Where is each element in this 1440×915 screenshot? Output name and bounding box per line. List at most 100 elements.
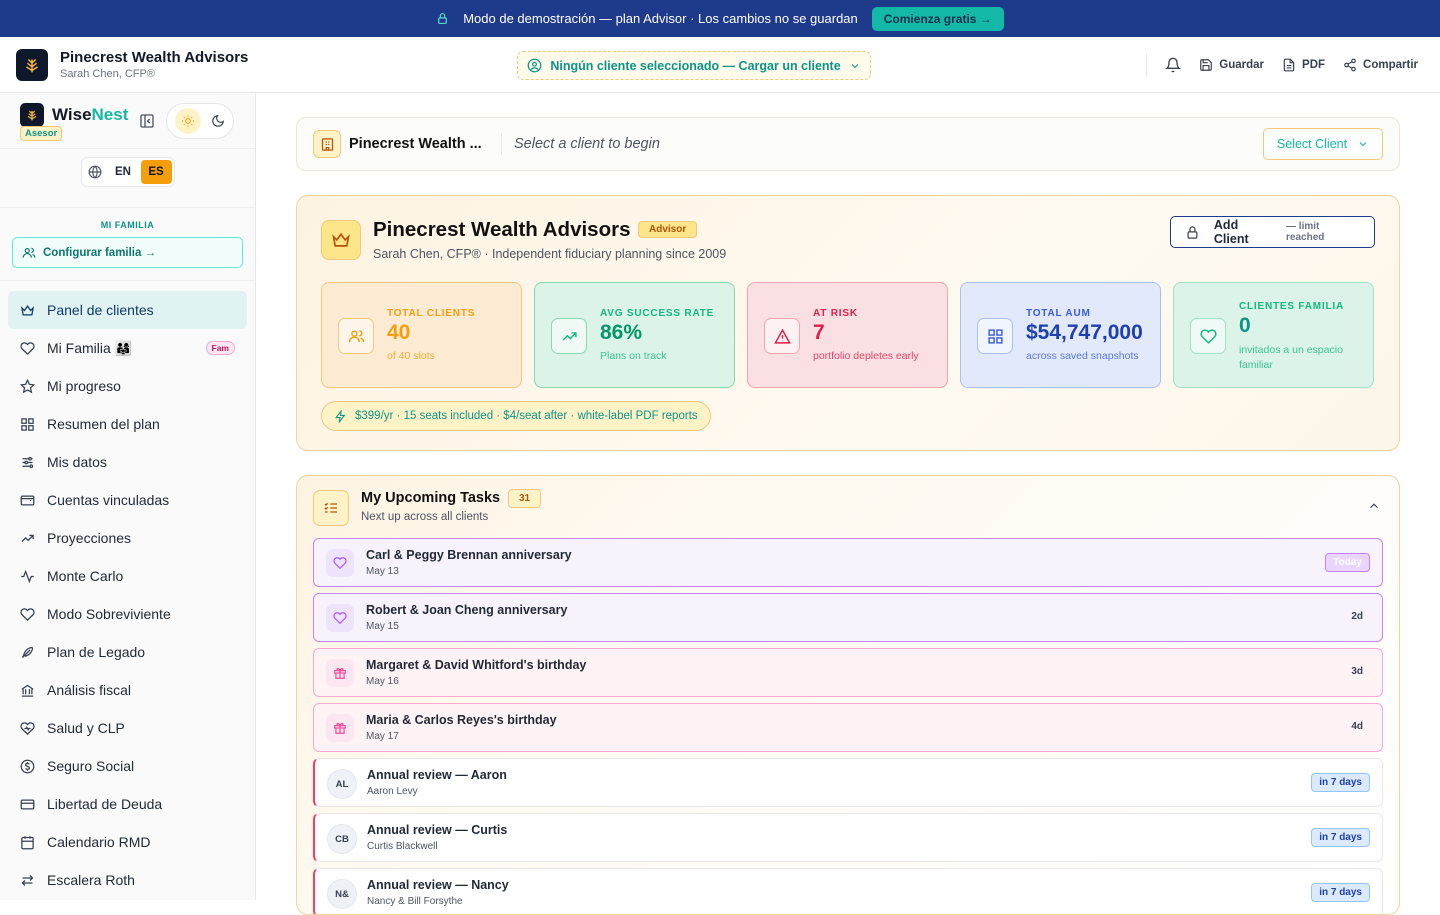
sidebar-item-4[interactable]: Mis datos [8, 443, 247, 481]
pricing-pill: $399/yr · 15 seats included · $4/seat af… [321, 401, 711, 431]
stat-note: of 40 slots [387, 350, 435, 362]
sidebar-item-7[interactable]: Monte Carlo [8, 557, 247, 595]
stat-card-1: AVG SUCCESS RATE 86% Plans on track [534, 282, 735, 388]
hero-subtitle: Sarah Chen, CFP® · Independent fiduciary… [373, 247, 727, 261]
language-switcher: EN ES [80, 157, 175, 187]
task-row[interactable]: Robert & Joan Cheng anniversary May 15 2d [313, 593, 1383, 642]
brand-logo [20, 102, 44, 127]
stat-value: 86% [600, 321, 643, 344]
select-client-button[interactable]: Select Client [1263, 128, 1383, 160]
task-due-badge: 2d [1351, 611, 1363, 622]
task-due-badge: in 7 days [1311, 883, 1370, 902]
lang-es-button[interactable]: ES [140, 160, 172, 184]
sidebar-item-label: Cuentas vinculadas [47, 492, 170, 508]
lang-en-button[interactable]: EN [108, 160, 139, 184]
task-title: Annual review — Nancy [367, 878, 509, 892]
heart-icon [20, 341, 35, 355]
add-client-button[interactable]: Add Client — limit reached [1170, 216, 1375, 248]
sidebar-item-0[interactable]: Panel de clientes [8, 291, 247, 329]
pdf-button[interactable]: PDF [1282, 58, 1325, 72]
sidebar-item-3[interactable]: Resumen del plan [8, 405, 247, 443]
divider [1146, 54, 1148, 76]
feather-icon [21, 646, 34, 658]
sidebar-item-label: Mi progreso [47, 378, 121, 394]
sidebar-item-1[interactable]: Mi Familia 👨‍👩‍👧 Fam [8, 329, 247, 367]
client-selector[interactable]: Ningún cliente seleccionado — Cargar un … [517, 51, 871, 80]
sidebar-item-13[interactable]: Libertad de Deuda [8, 785, 247, 823]
building-icon [313, 130, 341, 158]
sidebar-item-9[interactable]: Plan de Legado [8, 633, 247, 671]
chevron-down-icon [851, 63, 859, 68]
avatar: AL [327, 769, 357, 799]
sidebar-item-11[interactable]: Salud y CLP [8, 709, 247, 747]
task-title: Margaret & David Whitford's birthday [366, 658, 587, 672]
star-icon [20, 378, 35, 393]
sidebar-item-label: Plan de Legado [47, 644, 146, 660]
task-title: Maria & Carlos Reyes's birthday [366, 713, 557, 727]
stat-note: Plans on track [600, 350, 667, 362]
share-button[interactable]: Compartir [1343, 58, 1418, 72]
upcoming-tasks-card: My Upcoming Tasks 31 Next up across all … [296, 475, 1400, 915]
firm-name: Pinecrest Wealth Advisors [60, 49, 249, 66]
sidebar-item-8[interactable]: Modo Sobreviviente [8, 595, 247, 633]
pdf-label: PDF [1302, 59, 1326, 71]
chevron-up-icon[interactable] [1367, 499, 1381, 513]
task-due-badge: 4d [1351, 721, 1363, 732]
task-row[interactable]: Maria & Carlos Reyes's birthday May 17 4d [313, 703, 1383, 752]
moon-icon[interactable] [211, 114, 225, 128]
heart-icon [20, 607, 35, 621]
stat-note: invitados a un espacio familiar [1239, 344, 1343, 371]
task-row[interactable]: CB Annual review — Curtis Curtis Blackwell… [313, 813, 1383, 862]
task-detail: Curtis Blackwell [367, 841, 438, 852]
task-due-badge: 3d [1351, 666, 1363, 677]
sidebar-item-2[interactable]: Mi progreso [8, 367, 247, 405]
task-row[interactable]: Margaret & David Whitford's birthday May … [313, 648, 1383, 697]
client-select-card: Pinecrest Wealth ... Select a client to … [296, 117, 1400, 171]
sidebar-item-label: Salud y CLP [47, 720, 125, 736]
task-title: Annual review — Curtis [367, 823, 508, 837]
wallet-icon [20, 495, 35, 505]
fam-badge: Fam [205, 341, 235, 355]
save-button[interactable]: Guardar [1199, 58, 1264, 72]
task-row[interactable]: Carl & Peggy Brennan anniversary May 13 To… [313, 538, 1383, 587]
plan-badge: Advisor [638, 221, 698, 238]
stat-label: CLIENTES FAMILIA [1239, 301, 1345, 312]
sun-icon[interactable] [175, 108, 201, 134]
sidebar-item-6[interactable]: Proyecciones [8, 519, 247, 557]
lock-icon [438, 13, 448, 24]
sidebar-item-label: Monte Carlo [47, 568, 124, 584]
sidebar-item-10[interactable]: Análisis fiscal [8, 671, 247, 709]
grid-icon [21, 417, 34, 431]
bell-icon[interactable] [1165, 57, 1182, 73]
stat-card-4: CLIENTES FAMILIA 0 invitados a un espacio … [1173, 282, 1374, 388]
tasks-header[interactable]: My Upcoming Tasks 31 Next up across all … [297, 476, 1399, 538]
sidebar-item-15[interactable]: Escalera Roth [8, 861, 247, 899]
users-icon [22, 247, 36, 258]
pulse-icon [21, 569, 34, 583]
demo-banner-text: Modo de demostración — plan Advisor · Lo… [463, 11, 858, 26]
configure-family-button[interactable]: Configurar familia → [12, 237, 243, 268]
sidebar-item-label: Resumen del plan [47, 416, 160, 432]
crown-icon [321, 220, 361, 260]
start-free-button[interactable]: Comienza gratis → [871, 6, 1004, 31]
task-row[interactable]: AL Annual review — Aaron Aaron Levy in 7 da… [313, 758, 1383, 807]
advisor-hero-card: Pinecrest Wealth Advisors Advisor Sarah … [296, 195, 1400, 451]
brand-name: WiseNest [52, 104, 129, 124]
pricing-text: $399/yr · 15 seats included · $4/seat af… [355, 410, 698, 422]
sidebar-item-14[interactable]: Calendario RMD [8, 823, 247, 861]
task-title: Robert & Joan Cheng anniversary [366, 603, 568, 617]
sidebar-item-12[interactable]: Seguro Social [8, 747, 247, 785]
bank-icon [21, 684, 34, 697]
task-row[interactable]: N& Annual review — Nancy Nancy & Bill Fors… [313, 868, 1383, 914]
card-icon [20, 799, 35, 809]
task-detail: Nancy & Bill Forsythe [367, 896, 463, 907]
collapse-sidebar-icon[interactable] [139, 113, 155, 129]
sidebar-item-5[interactable]: Cuentas vinculadas [8, 481, 247, 519]
select-client-prompt: Select a client to begin [514, 136, 660, 152]
select-client-label: Select Client [1276, 137, 1348, 151]
sidebar-item-label: Escalera Roth [47, 872, 135, 888]
theme-toggle[interactable] [166, 103, 234, 139]
sidebar-item-label: Mis datos [47, 454, 107, 470]
stat-value: $54,747,000 [1026, 321, 1143, 344]
avatar: CB [327, 824, 357, 854]
